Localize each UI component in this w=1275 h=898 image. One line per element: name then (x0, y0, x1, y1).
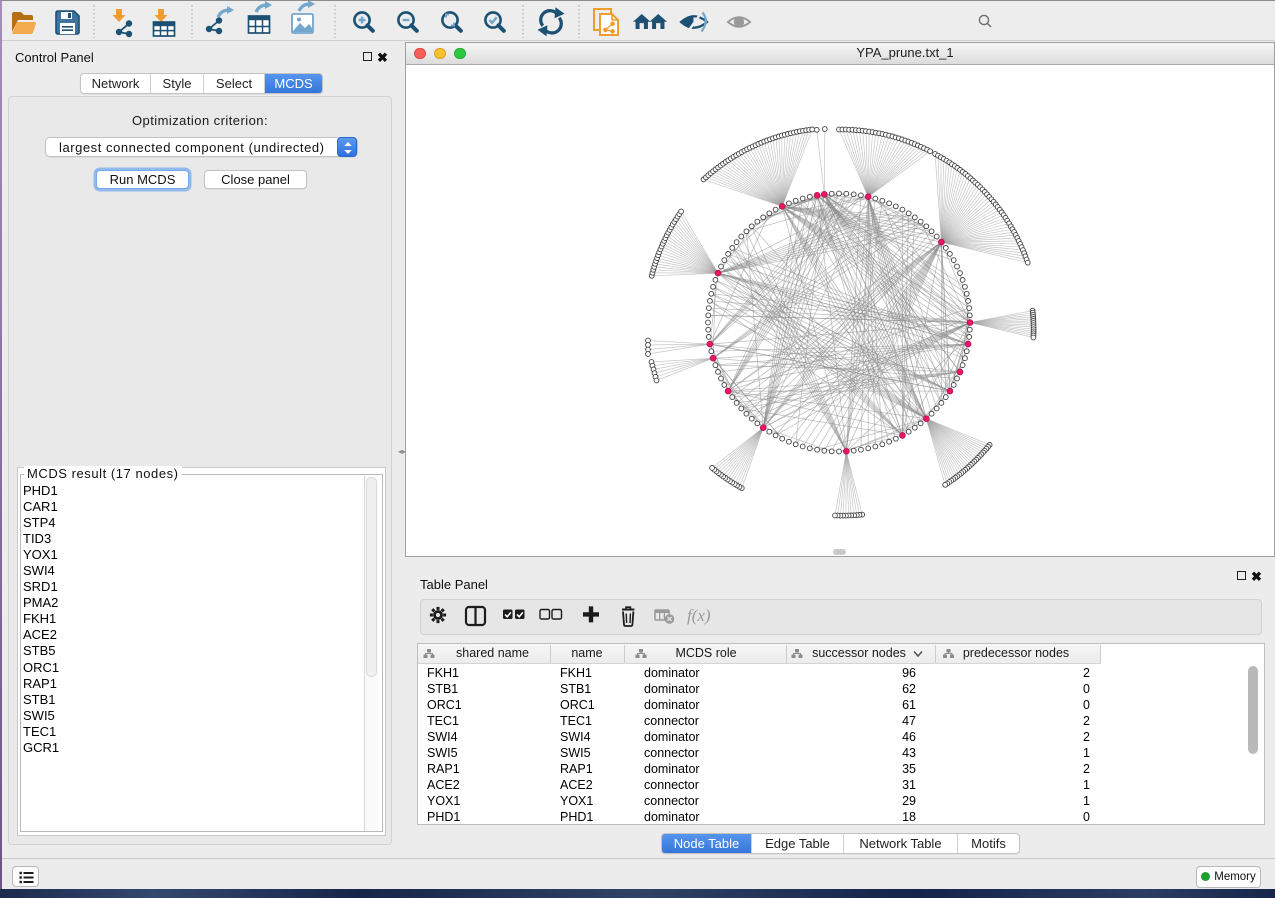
svg-text:f(x): f(x) (687, 606, 711, 625)
